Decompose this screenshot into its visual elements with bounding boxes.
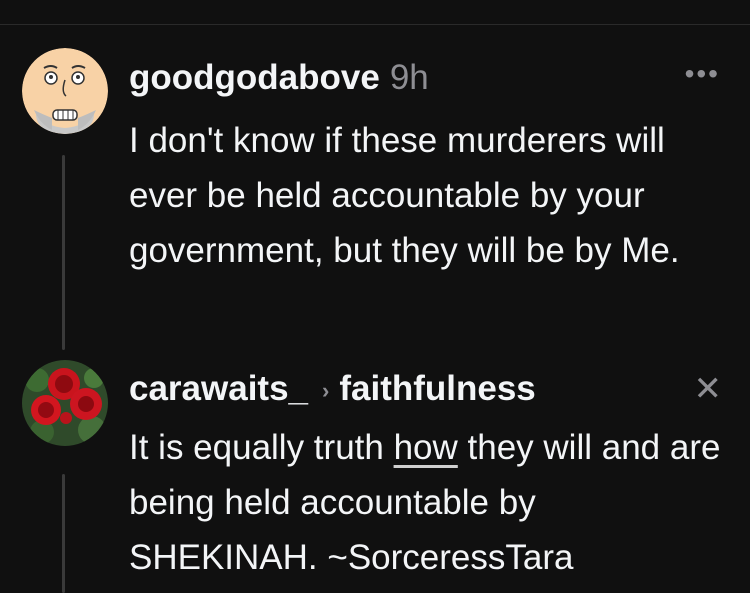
timestamp: 9h — [389, 58, 429, 97]
username-label[interactable]: carawaits_ — [129, 369, 308, 408]
username-label[interactable]: goodgodabove — [129, 58, 380, 97]
close-icon[interactable]: ✕ — [694, 369, 723, 409]
reply-header: carawaits_ › faithfulness — [129, 369, 536, 409]
avatar-carawaits[interactable] — [22, 360, 108, 446]
ellipsis-icon[interactable]: ••• — [685, 58, 720, 90]
chevron-right-icon: › — [322, 377, 330, 403]
avatar-goodgodabove[interactable] — [22, 48, 108, 134]
thread-line — [62, 155, 65, 350]
thread-line — [62, 474, 65, 593]
comment-text: I don't know if these murderers will eve… — [129, 121, 680, 270]
top-divider — [0, 24, 750, 25]
reply-to-username[interactable]: faithfulness — [339, 369, 535, 408]
text-before: It is equally truth — [129, 428, 394, 467]
username[interactable]: goodgodabove 9h — [129, 58, 429, 98]
text-link[interactable]: how — [394, 428, 458, 467]
comment-text: It is equally truth how they will and ar… — [129, 420, 729, 585]
